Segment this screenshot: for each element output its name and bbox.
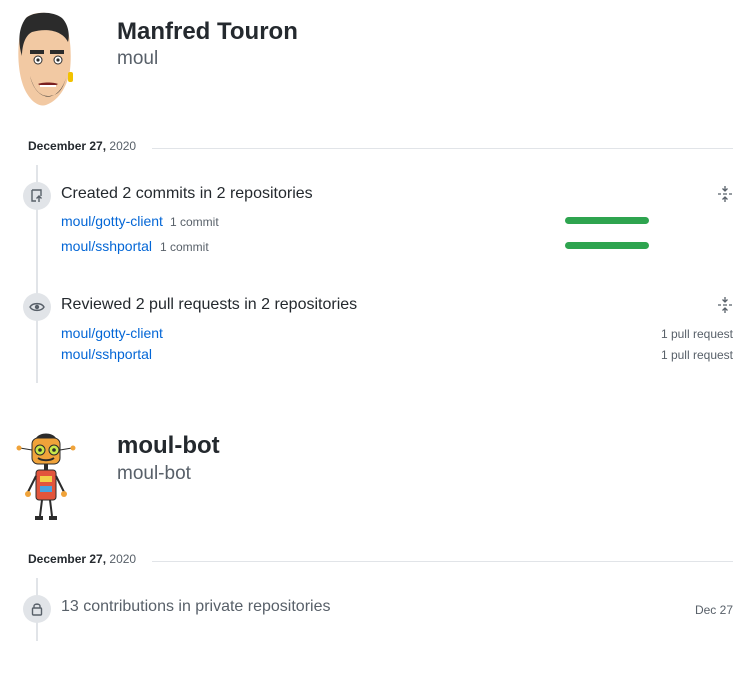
date-divider	[152, 148, 733, 149]
activity-date: Dec 27	[694, 603, 733, 617]
repo-link[interactable]: moul/sshportal	[61, 238, 152, 254]
date-year: 2020	[109, 139, 137, 153]
fold-icon[interactable]	[716, 185, 734, 203]
date-day: December 27,	[28, 139, 107, 153]
user-login[interactable]: moul-bot	[117, 463, 191, 485]
repo-link[interactable]: moul/gotty-client	[61, 325, 163, 341]
lock-icon	[31, 603, 43, 616]
avatar-manfred-image	[18, 12, 73, 106]
date-divider	[152, 561, 733, 562]
pull-request-count[interactable]: 1 pull request	[661, 327, 733, 341]
commit-count: 1 commit	[160, 240, 209, 254]
activity-title: 13 contributions in private repositories	[61, 598, 331, 615]
avatar[interactable]	[14, 430, 76, 522]
activity-title: Created 2 commits in 2 repositories	[61, 185, 313, 202]
repo-push-icon	[31, 189, 42, 202]
date-day: December 27,	[28, 552, 107, 566]
eye-icon	[29, 302, 45, 312]
commit-bar	[565, 242, 649, 249]
user-display-name[interactable]: moul-bot	[117, 432, 220, 460]
activity-badge	[23, 293, 51, 321]
activity-badge	[23, 595, 51, 623]
repo-link[interactable]: moul/gotty-client	[61, 213, 163, 229]
timeline-date-header: December 27, 2020	[28, 139, 733, 157]
commit-bar	[565, 217, 649, 224]
avatar[interactable]	[12, 12, 78, 110]
timeline-date-header: December 27, 2020	[28, 552, 733, 570]
commit-count: 1 commit	[170, 215, 219, 229]
avatar-moul-bot-image	[16, 433, 76, 520]
fold-icon[interactable]	[716, 296, 734, 314]
activity-title: Reviewed 2 pull requests in 2 repositori…	[61, 296, 358, 313]
user-display-name[interactable]: Manfred Touron	[117, 18, 298, 46]
date-year: 2020	[109, 552, 137, 566]
repo-link[interactable]: moul/sshportal	[61, 346, 152, 362]
pull-request-count[interactable]: 1 pull request	[661, 348, 733, 362]
user-login[interactable]: moul	[117, 48, 158, 70]
activity-badge	[23, 182, 51, 210]
